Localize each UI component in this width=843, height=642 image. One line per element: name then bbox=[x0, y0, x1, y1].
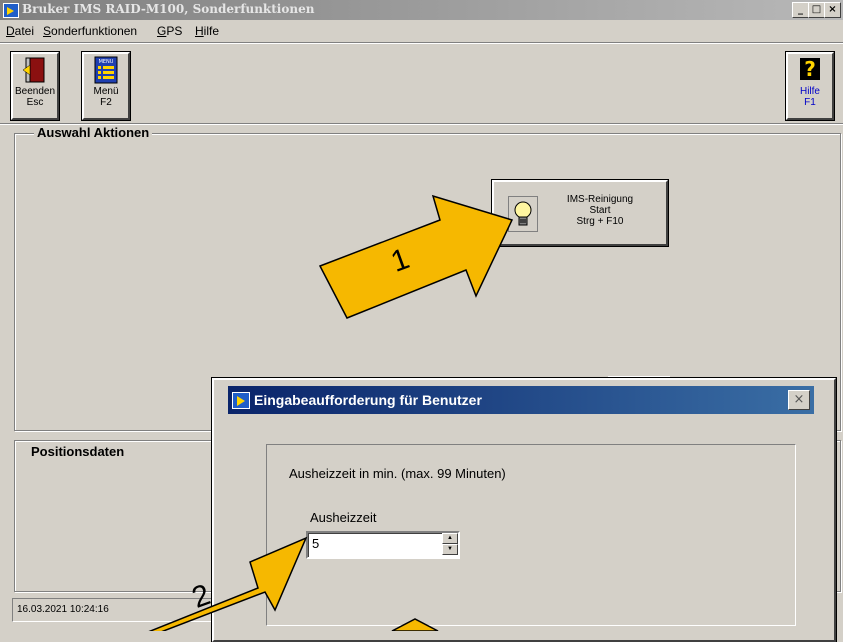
annotation-overlay bbox=[148, 194, 514, 631]
annotation-arrow-2 bbox=[148, 536, 308, 631]
annotation-arrow-1 bbox=[318, 194, 514, 319]
annotation-arrow-3 bbox=[391, 618, 439, 631]
